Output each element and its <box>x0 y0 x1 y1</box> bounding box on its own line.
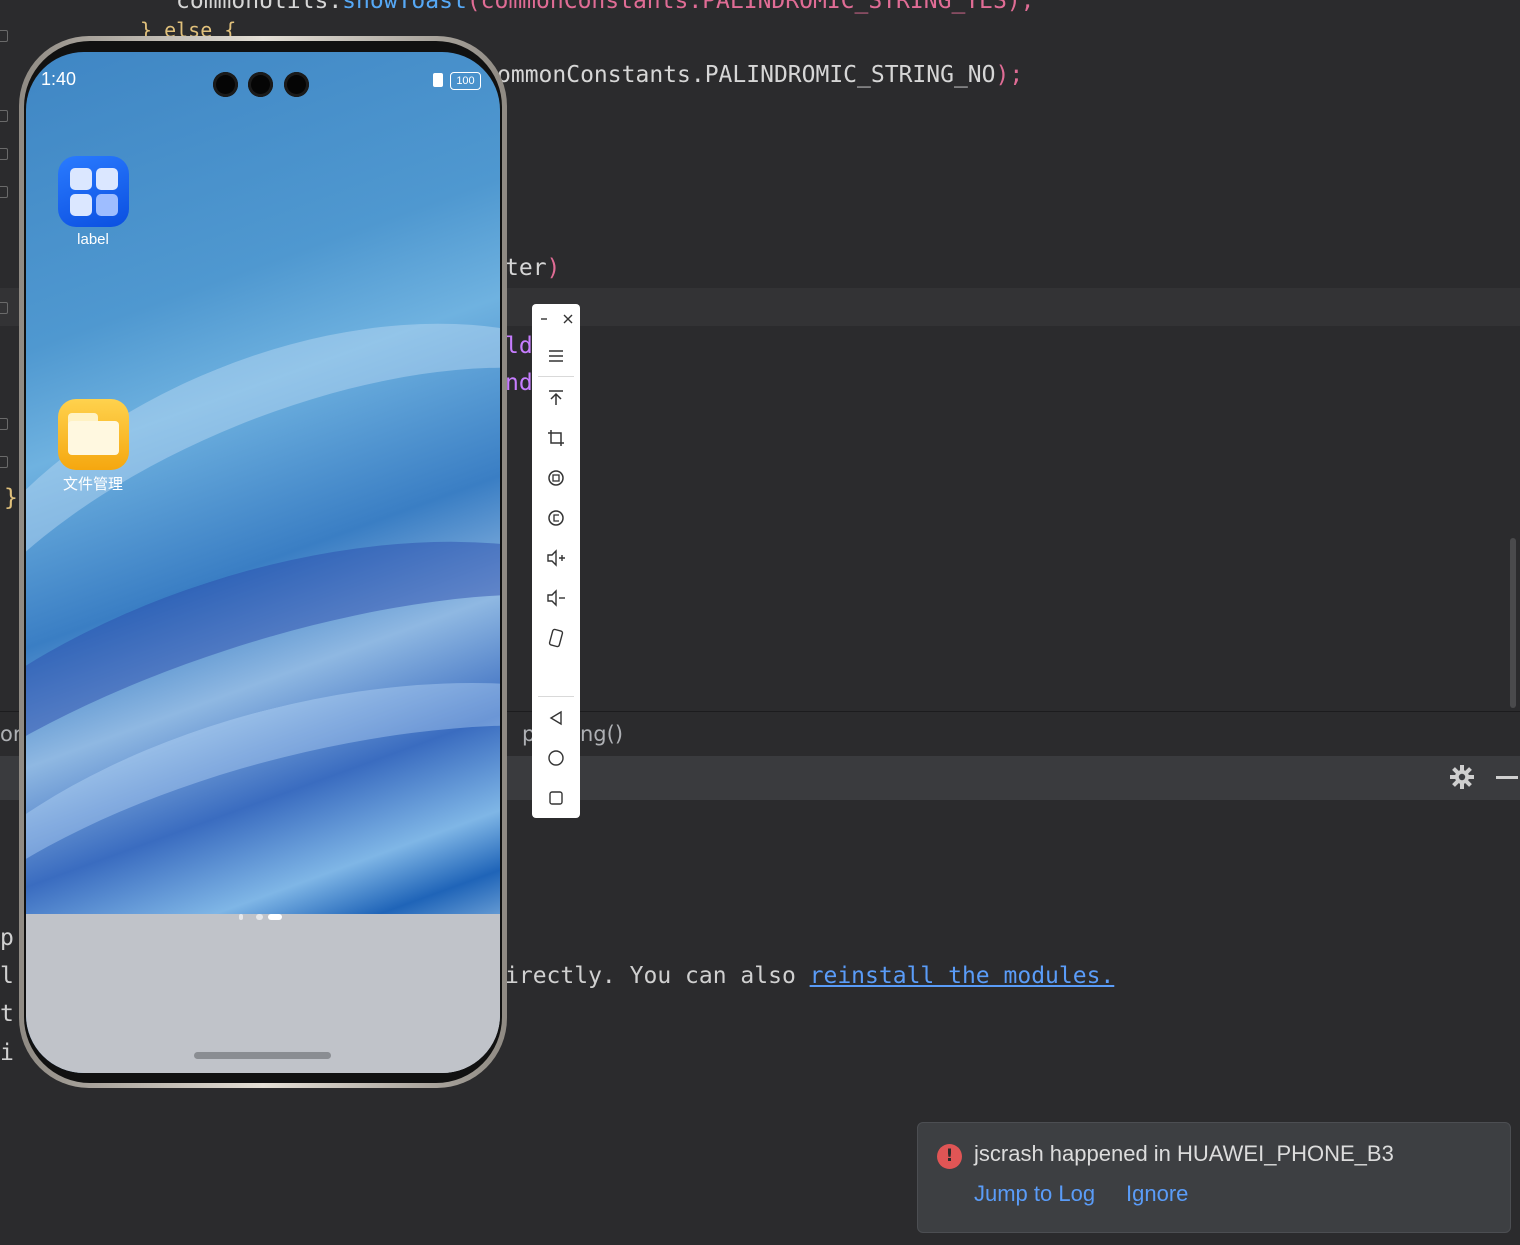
gutter-fold-icon[interactable] <box>0 110 8 122</box>
crop-icon[interactable] <box>532 420 580 456</box>
rotate-left-icon[interactable] <box>532 460 580 496</box>
status-time: 1:40 <box>41 69 77 89</box>
ignore-link[interactable]: Ignore <box>1126 1181 1188 1207</box>
log-line: i <box>0 1040 14 1066</box>
gutter-fold-icon[interactable] <box>0 418 8 430</box>
gutter-fold-icon[interactable] <box>0 148 8 160</box>
code-line-toast-yes: commonUtils.showToast(commonConstants.PA… <box>176 0 1035 14</box>
volume-up-icon[interactable] <box>532 540 580 576</box>
camera-lens-icon <box>248 72 273 97</box>
app-label[interactable]: label <box>33 231 153 248</box>
gutter-fold-icon[interactable] <box>0 30 8 42</box>
folder-app-icon[interactable] <box>58 399 129 470</box>
phone-screen[interactable]: 1:40 100 label 文件管理 <box>26 52 500 1073</box>
jump-to-log-link[interactable]: Jump to Log <box>974 1181 1095 1207</box>
close-icon[interactable] <box>556 304 580 334</box>
error-icon: ! <box>937 1144 962 1169</box>
app-label[interactable]: 文件管理 <box>33 473 153 494</box>
recents-icon[interactable] <box>532 780 580 816</box>
gutter-fold-icon[interactable] <box>0 302 8 314</box>
volume-down-icon[interactable] <box>532 580 580 616</box>
log-line: p <box>0 925 14 951</box>
log-line: t <box>0 1001 14 1027</box>
grid-app-icon[interactable] <box>58 156 129 227</box>
shake-icon[interactable] <box>532 620 580 656</box>
menu-icon[interactable] <box>532 338 580 374</box>
notification-title: jscrash happened in HUAWEI_PHONE_B3 <box>974 1141 1394 1166</box>
code-line-toast-no: ommonConstants.PALINDROMIC_STRING_NO); <box>497 62 1024 88</box>
minimize-panel-icon[interactable] <box>1496 776 1518 779</box>
gear-icon[interactable] <box>1450 765 1474 789</box>
crash-notification: ! jscrash happened in HUAWEI_PHONE_B3 Ju… <box>917 1122 1511 1233</box>
camera-lens-icon <box>284 72 309 97</box>
code-closing-brace: } <box>4 485 18 511</box>
log-message: irectly. You can also reinstall the modu… <box>505 963 1115 989</box>
emulator-toolbar <box>532 304 580 818</box>
gutter-fold-icon[interactable] <box>0 456 8 468</box>
home-indicator[interactable] <box>194 1052 331 1059</box>
page-indicator-dot[interactable] <box>239 914 243 920</box>
minimize-icon[interactable] <box>532 304 556 334</box>
back-icon[interactable] <box>532 700 580 736</box>
pin-top-icon[interactable] <box>532 380 580 416</box>
notification-status-icon <box>433 73 443 87</box>
breadcrumb-right-b[interactable]: ng() <box>580 722 623 746</box>
rotate-right-icon[interactable] <box>532 500 580 536</box>
camera-lens-icon <box>213 72 238 97</box>
page-indicator-dot[interactable] <box>256 914 263 920</box>
home-icon[interactable] <box>532 740 580 776</box>
reinstall-modules-link[interactable]: reinstall the modules. <box>810 963 1115 989</box>
page-indicator-dot-active[interactable] <box>268 914 282 920</box>
gutter-fold-icon[interactable] <box>0 186 8 198</box>
code-line-filter: ter) <box>505 255 561 281</box>
dock-area <box>26 914 500 1073</box>
battery-icon: 100 <box>450 72 481 90</box>
log-line: l <box>0 963 14 989</box>
editor-scrollbar[interactable] <box>1510 538 1516 708</box>
